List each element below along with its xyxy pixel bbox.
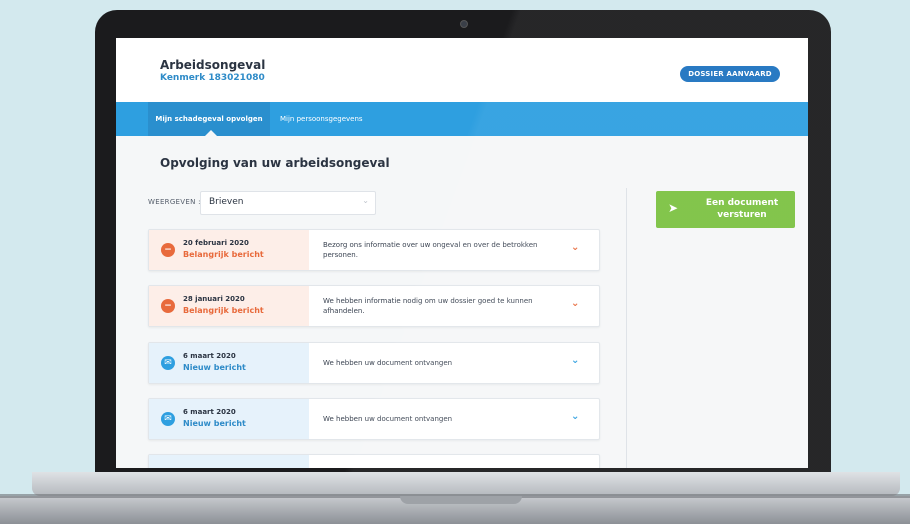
column-divider: [626, 188, 627, 468]
filter-label: WEERGEVEN :: [148, 198, 201, 206]
message-status: Nieuw bericht: [183, 363, 246, 372]
message-header: ✉ 6 maart 2020 Nieuw bericht: [149, 343, 309, 383]
message-date: 6 maart 2020: [183, 408, 236, 416]
case-title: Arbeidsongeval: [160, 58, 266, 72]
message-card[interactable]: − 20 februari 2020 Belangrijk bericht Be…: [148, 229, 600, 271]
message-card[interactable]: − 28 januari 2020 Belangrijk bericht We …: [148, 285, 600, 327]
send-document-button[interactable]: ➤ Een document versturen: [656, 191, 795, 228]
webcam: [460, 20, 468, 28]
envelope-icon: ✉: [161, 356, 175, 370]
chevron-down-icon[interactable]: ⌄: [571, 411, 579, 422]
filter-select[interactable]: Brieven ⌄: [200, 191, 376, 215]
dossier-status-button[interactable]: DOSSIER AANVAARD: [680, 66, 780, 82]
active-tab-caret: [205, 130, 217, 136]
message-header: − 28 januari 2020 Belangrijk bericht: [149, 286, 309, 326]
paper-plane-icon: ➤: [668, 201, 679, 215]
message-text: We hebben uw document ontvangen: [323, 359, 453, 367]
minus-circle-icon: −: [161, 299, 175, 313]
laptop-notch: [400, 496, 522, 504]
send-document-label: Een document versturen: [705, 198, 779, 220]
page-title: Opvolging van uw arbeidsongeval: [160, 156, 390, 170]
message-status: Belangrijk bericht: [183, 306, 264, 315]
filter-value: Brieven: [209, 197, 244, 207]
chevron-down-icon[interactable]: ⌄: [571, 242, 579, 253]
message-header: [149, 455, 309, 468]
message-date: 28 januari 2020: [183, 295, 245, 303]
app-header: Arbeidsongeval Kenmerk 183021080 DOSSIER…: [116, 38, 808, 102]
chevron-down-icon[interactable]: ⌄: [571, 298, 579, 309]
message-header: ✉ 6 maart 2020 Nieuw bericht: [149, 399, 309, 439]
message-status: Nieuw bericht: [183, 419, 246, 428]
message-card-partial[interactable]: [148, 454, 600, 468]
minus-circle-icon: −: [161, 243, 175, 257]
chevron-down-icon: ⌄: [362, 196, 369, 205]
message-date: 20 februari 2020: [183, 239, 249, 247]
message-text: We hebben uw document ontvangen: [323, 415, 453, 423]
case-reference: Kenmerk 183021080: [160, 73, 265, 83]
tab-personal-data[interactable]: Mijn persoonsgegevens: [280, 102, 363, 136]
message-status: Belangrijk bericht: [183, 250, 264, 259]
tab-bar: Mijn schadegeval opvolgen Mijn persoonsg…: [116, 102, 808, 136]
envelope-icon: ✉: [161, 412, 175, 426]
message-header: − 20 februari 2020 Belangrijk bericht: [149, 230, 309, 270]
app-screen: Arbeidsongeval Kenmerk 183021080 DOSSIER…: [116, 38, 808, 468]
chevron-down-icon[interactable]: ⌄: [571, 355, 579, 366]
message-card[interactable]: ✉ 6 maart 2020 Nieuw bericht We hebben u…: [148, 342, 600, 384]
laptop-base: [32, 472, 900, 496]
message-date: 6 maart 2020: [183, 352, 236, 360]
message-card[interactable]: ✉ 6 maart 2020 Nieuw bericht We hebben u…: [148, 398, 600, 440]
message-text: We hebben informatie nodig om uw dossier…: [323, 297, 533, 315]
message-text: Bezorg ons informatie over uw ongeval en…: [323, 241, 538, 259]
